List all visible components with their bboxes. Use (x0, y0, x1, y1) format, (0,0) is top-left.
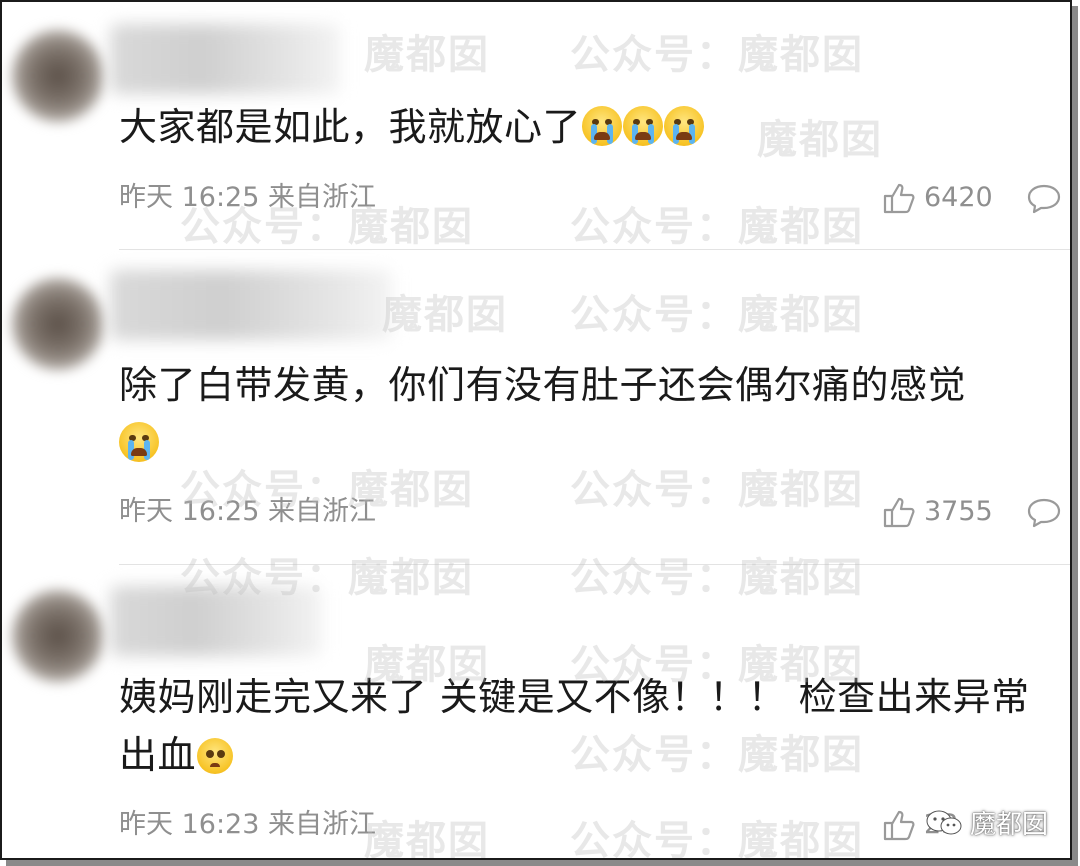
comment-text-content: 姨妈刚走完又来了 关键是又不像！！！ 检查出来异常出血 (119, 675, 1030, 777)
crying-face-emoji (119, 422, 159, 462)
wechat-icon (926, 810, 962, 834)
like-count: 3755 (924, 496, 993, 527)
crying-face-emoji (664, 106, 705, 146)
crying-face-emoji (582, 106, 623, 146)
crying-face-emoji (623, 106, 664, 146)
username-blurred[interactable] (110, 586, 322, 656)
brand-watermark: 魔都囡 (924, 804, 1048, 841)
watermark: 魔都囡 (364, 32, 490, 78)
comment-bubble-icon[interactable] (1026, 497, 1062, 529)
comment-bubble-icon[interactable] (1026, 183, 1062, 215)
comment-timestamp: 昨天 16:25 来自浙江 (119, 496, 376, 527)
watermark: 公众号：魔都囡 (570, 204, 864, 250)
like-count: 6420 (924, 182, 993, 213)
thumbs-up-icon (883, 497, 915, 528)
avatar[interactable] (12, 590, 104, 682)
avatar[interactable] (12, 30, 104, 122)
comment-text: 除了白带发黄，你们有没有肚子还会偶尔痛的感觉 (119, 356, 1054, 472)
like-button[interactable]: 6420 (882, 182, 993, 214)
watermark: 魔都囡 (364, 818, 490, 860)
pleading-face-emoji (197, 738, 234, 774)
comment-timestamp: 昨天 16:23 来自浙江 (119, 809, 376, 840)
thumbs-up-icon (883, 183, 915, 214)
brand-label: 魔都囡 (970, 810, 1049, 840)
watermark: 公众号：魔都囡 (570, 32, 864, 78)
comment-list-screenshot: 大家都是如此，我就放心了 昨天 16:25 来自浙江 6420 除了白带发黄，你… (0, 0, 1072, 860)
comment-text: 姨妈刚走完又来了 关键是又不像！！！ 检查出来异常出血 (119, 668, 1054, 784)
divider (119, 564, 1070, 565)
comment-text: 大家都是如此，我就放心了 (119, 98, 1054, 156)
comment-text-content: 除了白带发黄，你们有没有肚子还会偶尔痛的感觉 (119, 363, 967, 407)
comment-timestamp: 昨天 16:25 来自浙江 (119, 182, 376, 213)
watermark: 公众号：魔都囡 (570, 292, 864, 338)
watermark: 魔都囡 (382, 292, 508, 338)
comment-text-content: 大家都是如此，我就放心了 (119, 105, 582, 149)
avatar[interactable] (12, 278, 104, 370)
divider (119, 249, 1070, 250)
watermark: 公众号：魔都囡 (570, 555, 864, 601)
username-blurred[interactable] (110, 270, 392, 340)
username-blurred[interactable] (110, 24, 340, 94)
thumbs-up-icon (883, 810, 915, 841)
watermark: 公众号：魔都囡 (570, 818, 864, 860)
like-button[interactable]: 3755 (882, 496, 993, 528)
